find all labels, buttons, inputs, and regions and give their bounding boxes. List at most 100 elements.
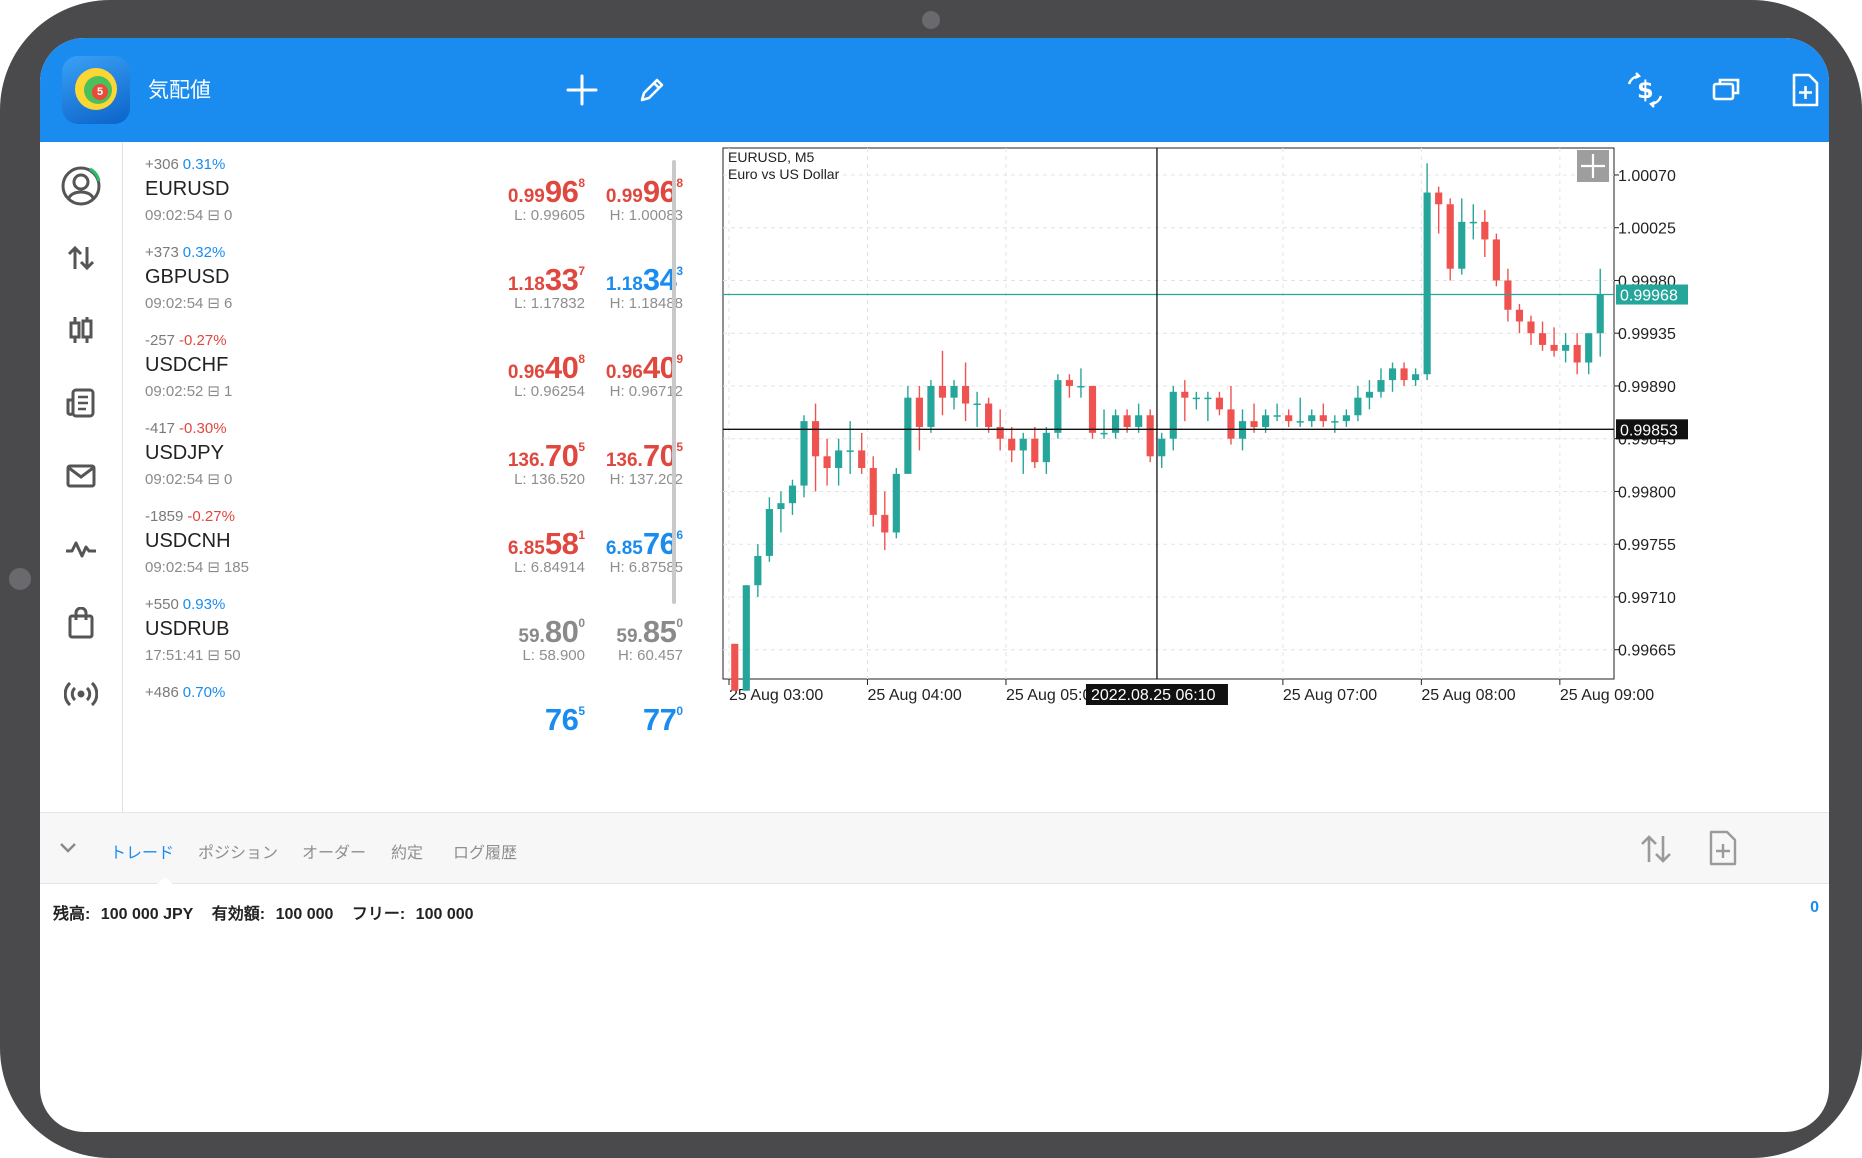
y-tick-label: 0.99935 <box>1618 326 1676 343</box>
plot-area <box>722 147 1615 680</box>
candles-icon[interactable] <box>53 302 109 358</box>
x-tick-label: 25 Aug 09:00 <box>1560 687 1654 704</box>
bid-price-pip: 5 <box>578 440 585 454</box>
quote-spread: 185 <box>223 559 249 576</box>
candle-body <box>846 450 854 452</box>
quote-time: 09:02:54 <box>145 471 204 488</box>
mail-icon[interactable] <box>53 448 109 504</box>
ask-price: 59.850 <box>616 614 683 650</box>
chart-description: Euro vs US Dollar <box>728 166 840 182</box>
quote-symbol: USDCHF <box>145 354 229 376</box>
bid-price: 765 <box>545 702 585 738</box>
ask-price-prefix: 136. <box>605 450 643 471</box>
bag-icon[interactable] <box>53 595 109 651</box>
quote-spread: 50 <box>223 647 241 664</box>
add-icon[interactable] <box>556 64 608 116</box>
candle-body <box>788 485 797 504</box>
candle-body <box>1412 374 1420 381</box>
bid-price-big: 96 <box>544 174 579 209</box>
crosshair-time-label: 2022.08.25 06:10 <box>1091 687 1216 704</box>
quote-symbol: USDJPY <box>145 442 224 464</box>
candle-body <box>1308 415 1316 422</box>
candle-body <box>1042 432 1050 463</box>
candle-body <box>754 555 762 586</box>
page-title: 気配値 <box>148 79 211 102</box>
candle-body <box>869 468 877 515</box>
candle-body <box>1435 192 1443 205</box>
bid-price-big: 58 <box>544 526 579 561</box>
crosshair-toggle-icon[interactable] <box>1577 150 1609 182</box>
candle-body <box>731 643 739 691</box>
candle-body <box>1146 415 1154 457</box>
pulse-icon[interactable] <box>53 521 109 577</box>
equity-label: 有効額: <box>211 906 266 923</box>
quote-time: 17:51:41 <box>145 647 204 664</box>
windows-icon[interactable] <box>1700 64 1752 116</box>
ask-price-big: 85 <box>642 614 677 649</box>
change-percent: -0.27% <box>179 332 227 349</box>
balance-label: 残高: <box>53 906 91 923</box>
tab-deals[interactable]: 約定 <box>391 839 423 863</box>
candle-body <box>1527 321 1535 334</box>
y-tick-label: 0.99800 <box>1618 484 1676 501</box>
sort-icon[interactable] <box>1638 831 1674 867</box>
candle-body <box>938 385 947 398</box>
candle-body <box>1204 397 1212 400</box>
spread-icon: ⊟ <box>207 471 220 488</box>
quote-time: 09:02:54 <box>145 559 204 576</box>
candle-body <box>1158 438 1166 457</box>
candle-body <box>1273 415 1281 417</box>
chart-canvas[interactable]: 1.000701.000250.999800.999350.998900.998… <box>713 142 1829 812</box>
candle-body <box>1169 391 1177 439</box>
quote-change: -257 -0.27% <box>145 332 227 349</box>
change-points: +550 <box>145 596 179 613</box>
ask-price-pip: 5 <box>676 440 683 454</box>
quote-time: 09:02:52 <box>145 383 204 400</box>
candle-body <box>1077 385 1085 388</box>
quote-change: +373 0.32% <box>145 244 225 261</box>
candle-body <box>1342 415 1350 422</box>
signal-icon[interactable] <box>53 666 109 722</box>
ask-price-prefix: 0.99 <box>605 186 643 207</box>
price-chart[interactable]: 1.00070 1.00025 0.99980 0.99935 0.99890 0.998… <box>713 142 1829 812</box>
tab-trade[interactable]: トレード <box>110 839 174 863</box>
ask-price-big: 77 <box>642 702 677 737</box>
bid-price: 59.800 <box>518 614 585 650</box>
candle-body <box>800 421 808 486</box>
candle-body <box>1192 397 1200 400</box>
bid-price-pip: 8 <box>578 352 585 366</box>
user-circle-icon[interactable] <box>53 158 109 214</box>
candle-body <box>1423 192 1431 375</box>
candle-body <box>1596 294 1604 334</box>
quote-time-spread: 09:02:54 ⊟ 185 <box>145 558 249 576</box>
nav-sidebar <box>40 142 123 812</box>
pencil-icon[interactable] <box>626 64 678 116</box>
ask-price-pip: 0 <box>676 704 683 718</box>
chevron-down-icon[interactable] <box>56 835 80 859</box>
quote-change: -1859 -0.27% <box>145 508 235 525</box>
bid-price-pip: 1 <box>578 528 585 542</box>
quote-symbol: GBPUSD <box>145 266 230 288</box>
candle-body <box>1135 415 1143 427</box>
quote-time: 09:02:54 <box>145 295 204 312</box>
tab-orders[interactable]: オーダー <box>302 839 366 863</box>
quotes-scrollbar[interactable] <box>672 160 676 604</box>
tab-positions[interactable]: ポジション <box>198 839 278 863</box>
news-icon[interactable] <box>53 375 109 431</box>
dollar-arrows-icon[interactable]: $ <box>1619 64 1671 116</box>
arrows-updown-icon[interactable] <box>53 230 109 286</box>
account-profit: 0 <box>1810 899 1819 916</box>
bid-price-prefix: 136. <box>507 450 545 471</box>
tab-history[interactable]: ログ履歴 <box>453 839 517 863</box>
free-margin-label: フリー: <box>351 906 406 923</box>
quote-row[interactable]: +486 0.70% 765 770 <box>123 670 713 774</box>
quote-time-spread: 09:02:54 ⊟ 0 <box>145 206 232 224</box>
app-logo-icon[interactable]: 5 <box>62 56 130 124</box>
change-percent: 0.93% <box>182 596 226 613</box>
bid-price-big: 33 <box>544 262 579 297</box>
quote-spread: 1 <box>223 383 233 400</box>
bid-price: 0.96408 <box>508 350 585 386</box>
new-order-icon[interactable] <box>1706 829 1740 867</box>
change-percent: 0.70% <box>182 684 226 701</box>
new-document-icon[interactable] <box>1779 64 1829 116</box>
